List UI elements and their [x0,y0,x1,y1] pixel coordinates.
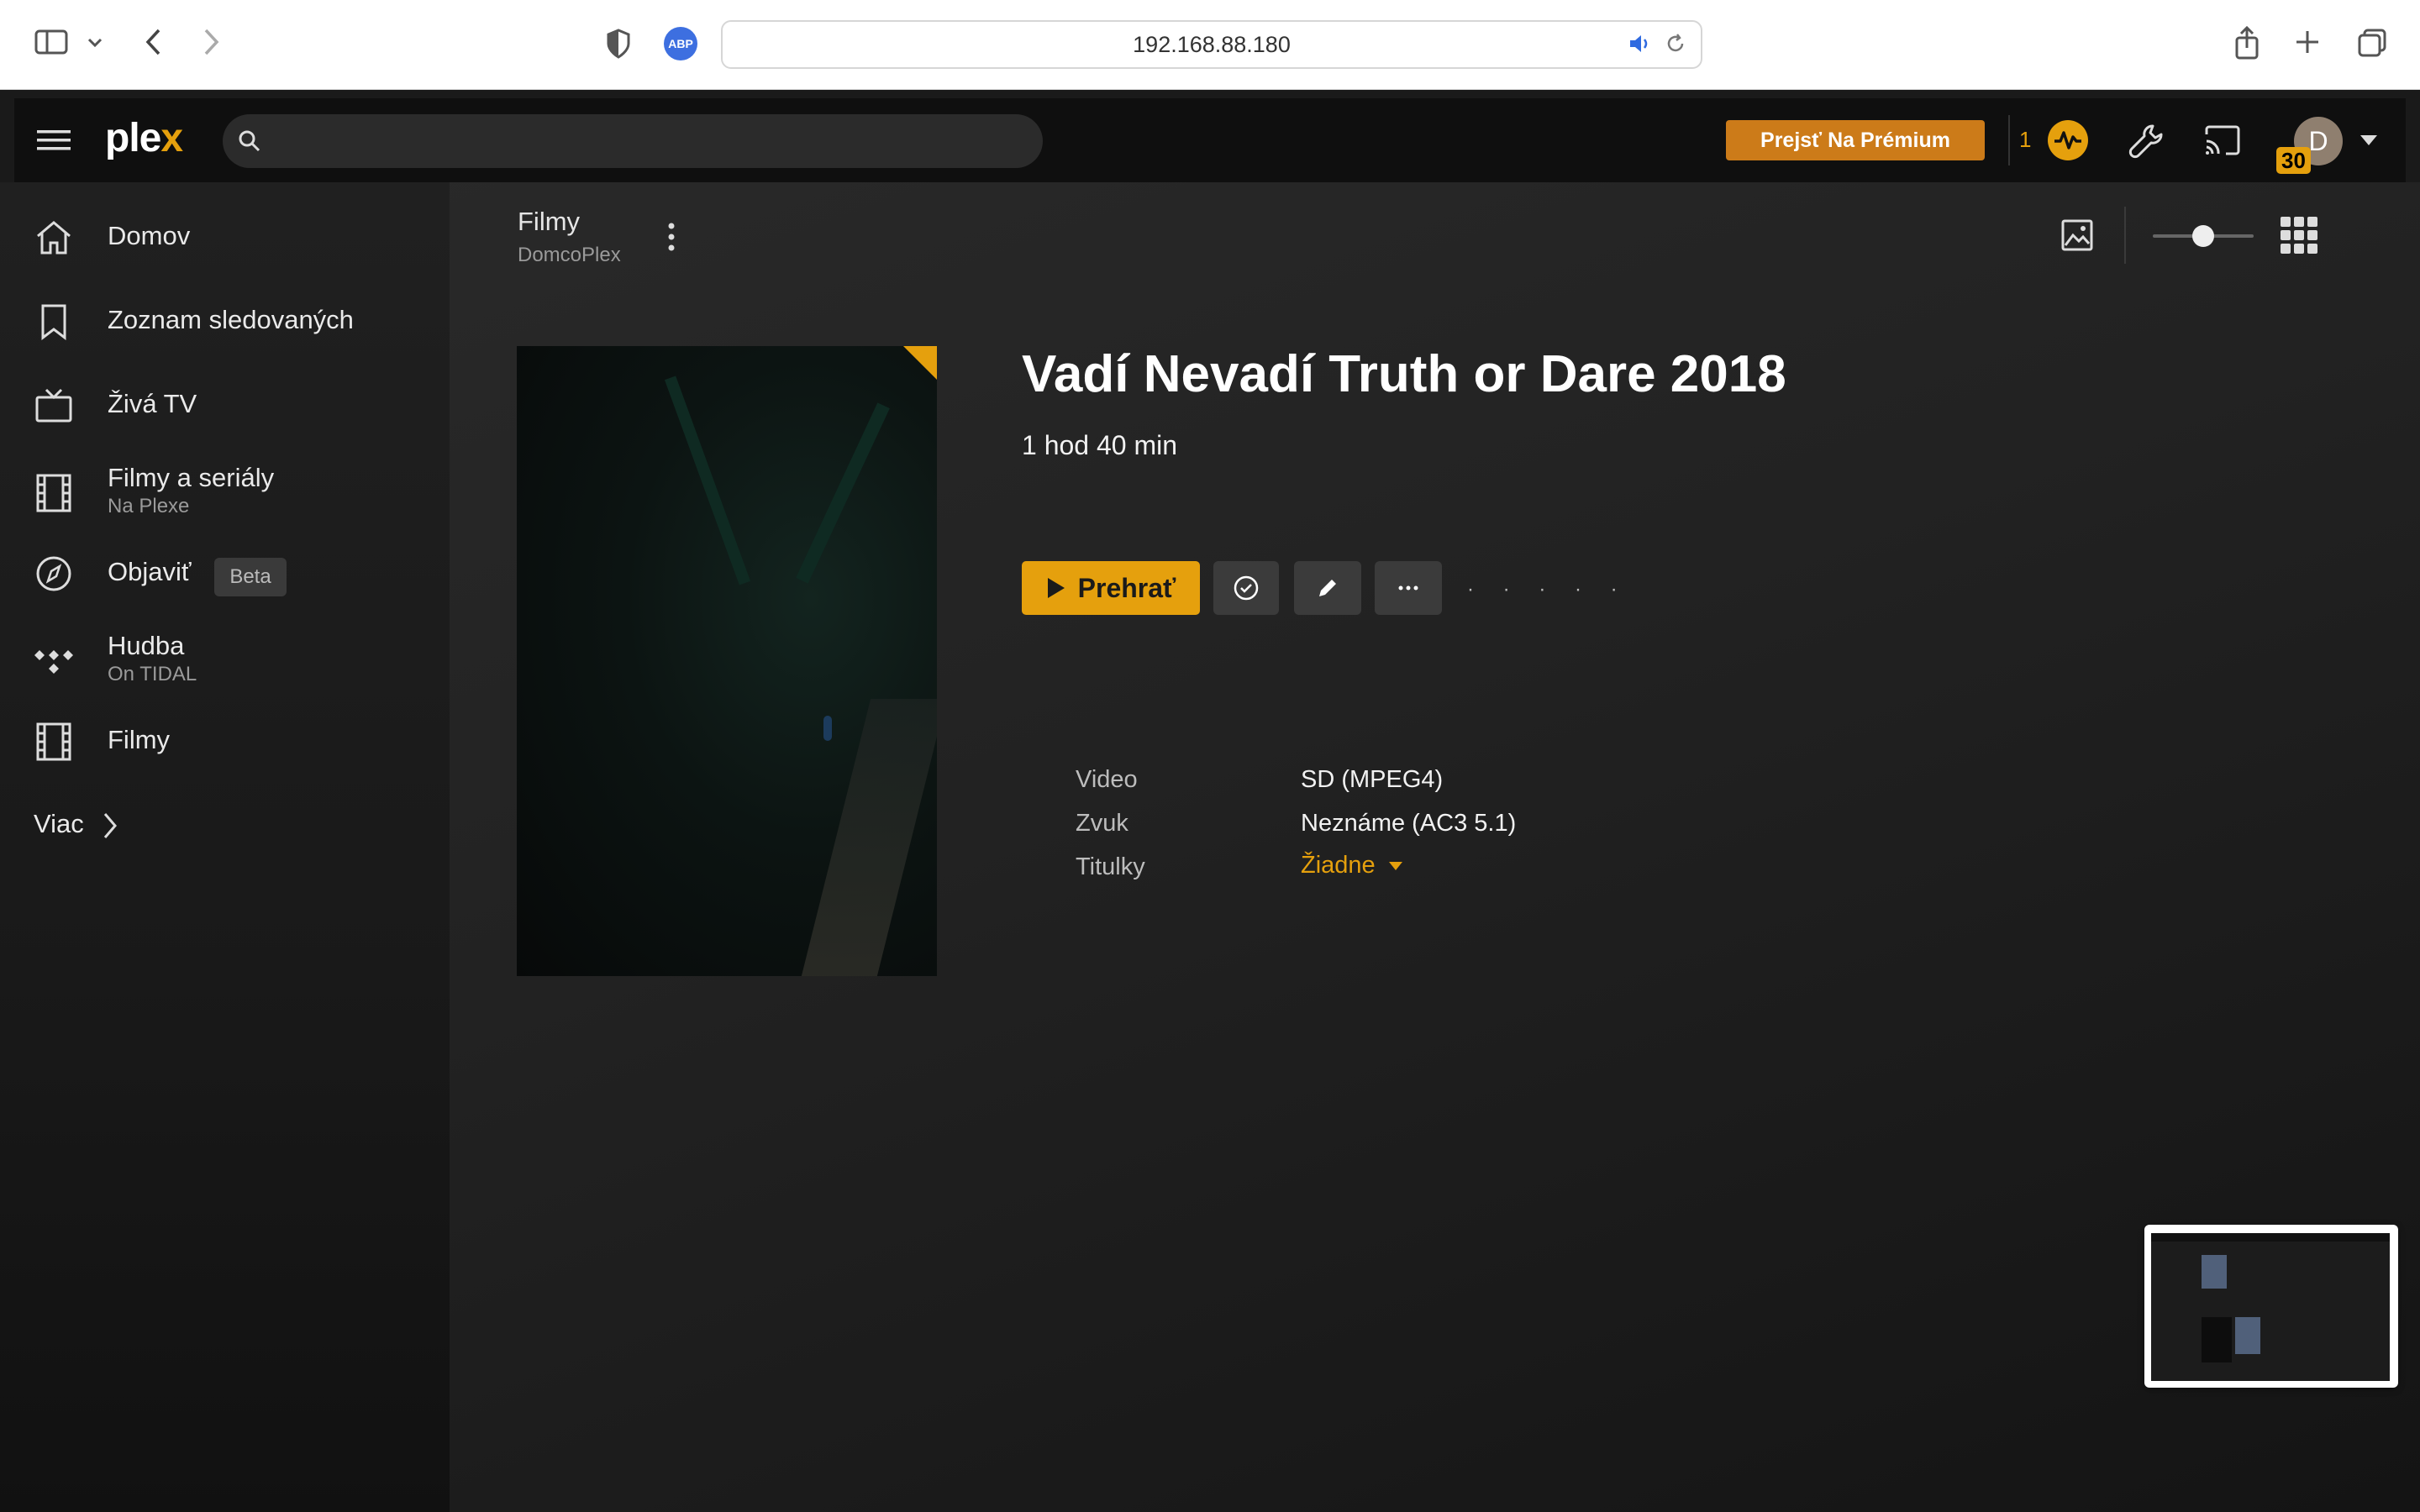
sidebar-item-label: Živá TV [108,389,197,418]
settings-wrench-icon[interactable] [2125,120,2167,162]
sidebar-more[interactable]: Viac [0,792,450,859]
notification-badge: 30 [2276,147,2311,174]
movie-title: Vadí Nevadí Truth or Dare 2018 [1022,345,1786,403]
edit-button[interactable] [1294,561,1361,615]
new-tab-icon[interactable] [2291,25,2324,59]
library-title[interactable]: Filmy [518,207,580,237]
meta-value-video: SD (MPEG4) [1301,766,1444,793]
bookmark-icon [32,300,76,344]
adblock-extension-icon[interactable]: ABP [664,27,697,60]
privacy-shield-icon[interactable] [603,27,634,60]
compass-icon [32,552,76,596]
thumbnail-art [2151,1233,2390,1242]
sidebar-item-watchlist[interactable]: Zoznam sledovaných [0,288,450,355]
thumbnail-art [2202,1317,2232,1362]
library-server: DomcoPlex [518,244,621,266]
film-icon [32,471,76,515]
sidebar-item-live-tv[interactable]: Živá TV [0,372,450,439]
reload-icon[interactable] [1664,32,1687,55]
screenshot-preview-thumbnail[interactable] [2144,1225,2398,1388]
loading-indicator: · · · · · [1467,578,1629,601]
caret-down-icon[interactable] [2359,132,2379,149]
poster-art [823,716,832,741]
sidebar-item-sublabel: Na Plexe [108,495,190,517]
search-icon [236,128,263,155]
sidebar-item-label: Hudba [108,631,185,660]
sidebar-item-label: Zoznam sledovaných [108,305,354,334]
more-horizontal-icon [1398,585,1418,591]
sidebar-toggle-icon[interactable] [34,27,69,57]
tidal-icon [32,641,76,685]
sidebar-more-label: Viac [34,809,84,838]
sidebar-item-music[interactable]: Hudba On TIDAL [0,624,450,700]
caret-down-icon [1388,862,1402,871]
address-bar[interactable]: 192.168.88.180 [721,20,1702,69]
back-icon[interactable] [138,25,168,59]
more-actions-button[interactable] [1375,561,1442,615]
home-icon [32,216,76,260]
grid-view-icon[interactable] [2279,215,2319,255]
poster-art [664,375,751,585]
url-text: 192.168.88.180 [1133,31,1291,57]
app-header: plexplex Prejsť Na Prémium 1 D 30 [14,98,2406,182]
sidebar-item-label: Filmy a seriály [108,463,275,492]
subtitles-dropdown[interactable]: Žiadne [1301,852,1402,879]
sidebar-item-label: Filmy [108,725,171,754]
divider [2008,115,2010,165]
forward-icon[interactable] [197,25,227,59]
activity-count: 1 [2019,127,2032,152]
meta-value-audio: Neznáme (AC3 5.1) [1301,810,1517,837]
movie-duration: 1 hod 40 min [1022,430,1178,460]
audio-playing-icon[interactable] [1627,32,1652,55]
image-view-icon[interactable] [2059,217,2096,254]
thumbnail-image [2151,1233,2390,1381]
meta-label-audio: Zvuk [1076,810,1128,837]
sidebar-item-movies-library[interactable]: Filmy [0,708,450,775]
thumbnail-art [2202,1255,2227,1289]
subtitles-value: Žiadne [1301,852,1376,879]
beta-badge: Beta [214,558,287,596]
cast-icon[interactable] [2202,122,2243,159]
sidebar: Domov Zoznam sledovaných Živá TV Filmy a… [0,182,450,1512]
chevron-down-icon[interactable] [84,32,106,54]
activity-icon[interactable] [2048,120,2088,160]
unwatched-indicator [903,346,937,380]
play-label: Prehrať [1077,572,1176,603]
sidebar-item-label: Objaviť [108,557,192,586]
search-input[interactable] [223,114,1043,168]
sidebar-item-discover[interactable]: Objaviť Beta [0,540,450,616]
thumbnail-art [2235,1317,2260,1354]
divider [2124,207,2126,264]
sidebar-item-label: Domov [108,221,191,250]
chevron-right-icon [99,809,121,843]
go-premium-button[interactable]: Prejsť Na Prémium [1726,120,1985,160]
poster-art [796,402,890,584]
more-vertical-icon[interactable] [659,220,684,254]
tab-overview-icon[interactable] [2354,25,2390,60]
meta-label-video: Video [1076,766,1138,793]
tv-icon [32,384,76,428]
size-slider-handle[interactable] [2192,225,2214,247]
sidebar-item-home[interactable]: Domov [0,204,450,271]
mark-watched-button[interactable] [1213,561,1279,615]
browser-toolbar: ABP 192.168.88.180 [0,0,2420,90]
hamburger-menu-icon[interactable] [36,123,71,157]
plex-logo[interactable]: plexplex [105,115,183,161]
sidebar-item-movies-shows[interactable]: Filmy a seriály Na Plexe [0,456,450,532]
play-icon [1047,578,1065,598]
movie-poster[interactable] [517,346,937,976]
sidebar-item-sublabel: On TIDAL [108,663,197,685]
meta-label-subtitles: Titulky [1076,853,1145,880]
check-circle-icon [1234,575,1259,601]
poster-art [801,699,937,976]
share-icon[interactable] [2230,24,2264,62]
pencil-icon [1319,580,1336,596]
play-button[interactable]: Prehrať [1022,561,1200,615]
film-icon [32,720,76,764]
